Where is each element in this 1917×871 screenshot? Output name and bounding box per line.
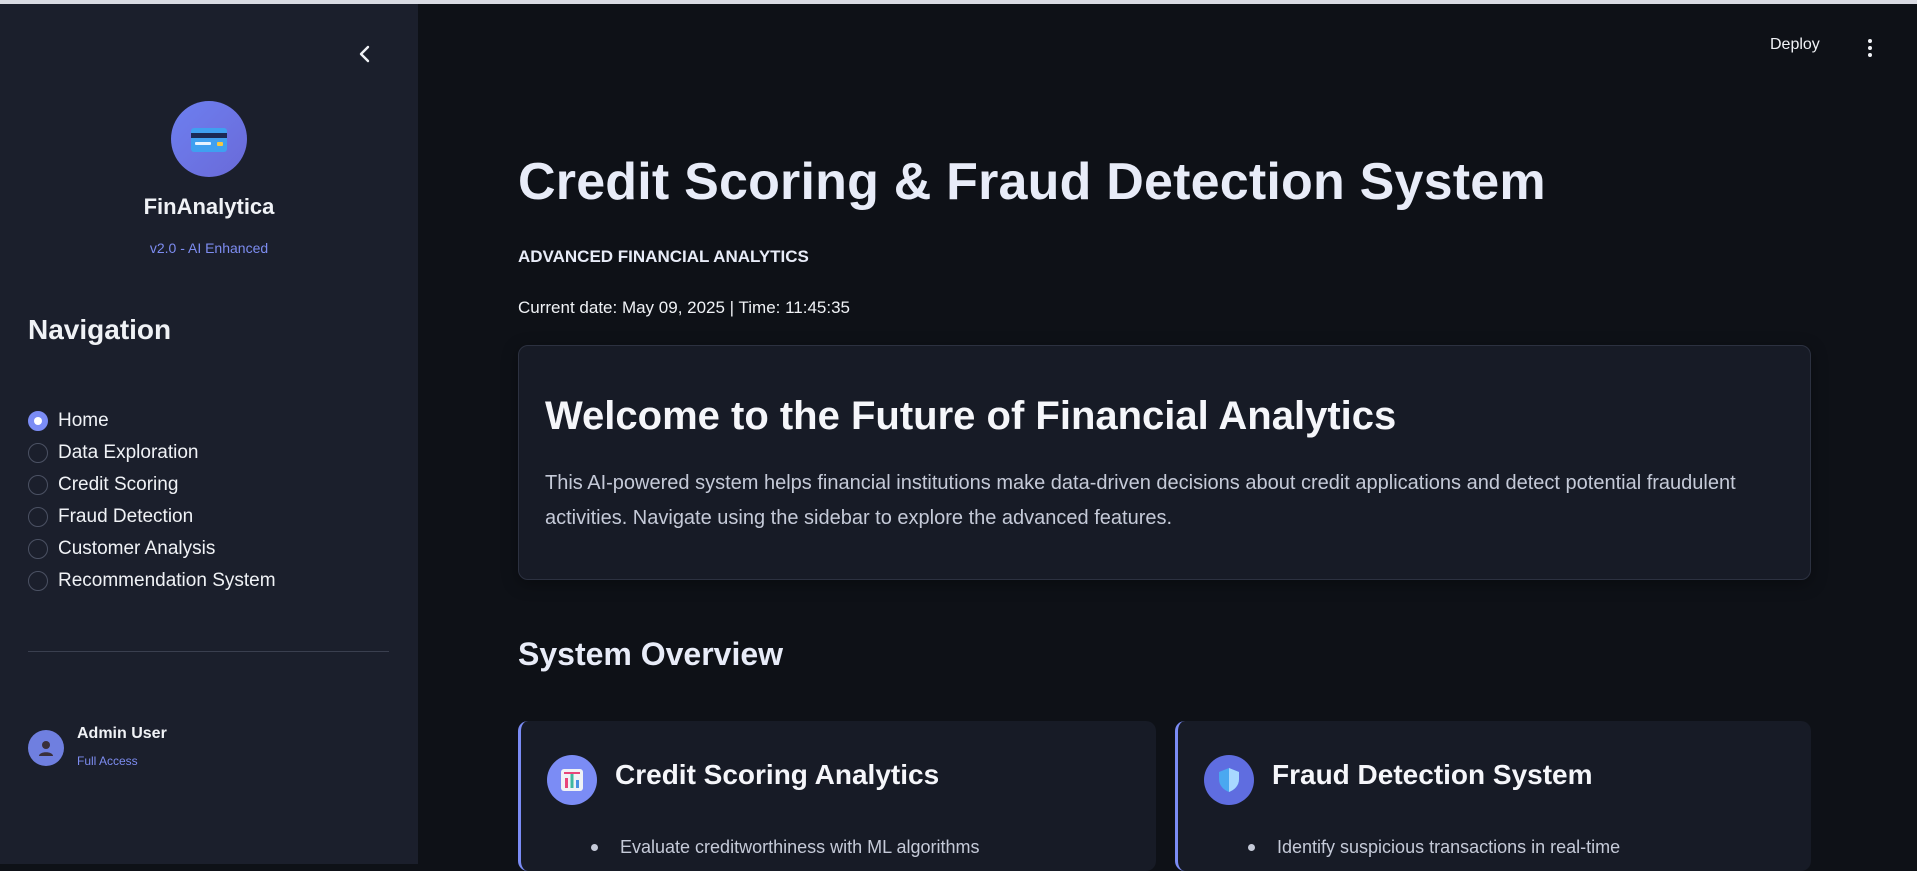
navigation-heading: Navigation [28, 314, 172, 345]
page-subtitle: ADVANCED FINANCIAL ANALYTICS [518, 247, 809, 266]
more-vertical-icon [1868, 39, 1872, 43]
nav-item-label: Customer Analysis [58, 538, 216, 559]
feature-bullet-text: Evaluate creditworthiness with ML algori… [620, 837, 980, 857]
feature-title: Fraud Detection System [1272, 759, 1593, 790]
feature-icon [547, 755, 597, 805]
radio-icon[interactable] [28, 475, 48, 495]
system-overview-heading: System Overview [518, 636, 784, 672]
radio-icon[interactable] [28, 539, 48, 559]
collapse-sidebar-button[interactable] [351, 40, 379, 68]
avatar [28, 730, 64, 766]
user-role: Full Access [77, 754, 138, 768]
radio-icon[interactable] [28, 571, 48, 591]
radio-icon[interactable] [28, 443, 48, 463]
navigation-radio-group: Home Data Exploration Credit Scoring Fra… [28, 405, 276, 597]
radio-icon[interactable] [28, 507, 48, 527]
bar-chart-icon [561, 769, 583, 791]
nav-item-customer-analysis[interactable]: Customer Analysis [28, 533, 276, 565]
credit-card-icon [191, 128, 227, 152]
credit-scoring-card: Credit Scoring Analytics Evaluate credit… [518, 721, 1156, 871]
radio-selected-icon[interactable] [28, 411, 48, 431]
more-vertical-icon [1868, 53, 1872, 57]
nav-item-label: Recommendation System [58, 570, 276, 591]
brand-version: v2.0 - AI Enhanced [149, 240, 269, 256]
nav-item-fraud-detection[interactable]: Fraud Detection [28, 501, 276, 533]
bullet-icon [1248, 844, 1255, 851]
logo [171, 101, 247, 177]
shield-icon [1219, 768, 1239, 792]
page-title: Credit Scoring & Fraud Detection System [518, 153, 1546, 211]
nav-item-label: Data Exploration [58, 442, 199, 463]
nav-item-label: Credit Scoring [58, 474, 179, 495]
brand-name: FinAnalytica [143, 194, 275, 219]
bullet-icon [591, 844, 598, 851]
user-name: Admin User [77, 725, 167, 742]
feature-title: Credit Scoring Analytics [615, 759, 940, 790]
nav-item-label: Home [58, 410, 109, 431]
current-datetime: Current date: May 09, 2025 | Time: 11:45… [518, 298, 851, 317]
nav-item-recommendation-system[interactable]: Recommendation System [28, 565, 276, 597]
feature-bullet: Identify suspicious transactions in real… [1248, 837, 1620, 858]
main-menu-button[interactable] [1860, 36, 1880, 60]
chevron-left-icon [359, 45, 370, 63]
nav-item-home[interactable]: Home [28, 405, 276, 437]
deploy-button[interactable]: Deploy [1770, 36, 1820, 54]
welcome-text: This AI-powered system helps financial i… [545, 472, 1736, 529]
sidebar: FinAnalytica v2.0 - AI Enhanced Navigati… [0, 4, 418, 864]
sidebar-divider [28, 651, 389, 652]
nav-item-label: Fraud Detection [58, 506, 194, 527]
nav-item-data-exploration[interactable]: Data Exploration [28, 437, 276, 469]
feature-icon [1204, 755, 1254, 805]
feature-bullet: Evaluate creditworthiness with ML algori… [591, 837, 979, 858]
nav-item-credit-scoring[interactable]: Credit Scoring [28, 469, 276, 501]
feature-bullet-text: Identify suspicious transactions in real… [1277, 837, 1621, 857]
fraud-detection-card: Fraud Detection System Identify suspicio… [1175, 721, 1811, 871]
welcome-card: Welcome to the Future of Financial Analy… [518, 345, 1811, 580]
welcome-title: Welcome to the Future of Financial Analy… [545, 394, 1397, 438]
more-vertical-icon [1868, 46, 1872, 50]
user-icon [39, 741, 53, 756]
